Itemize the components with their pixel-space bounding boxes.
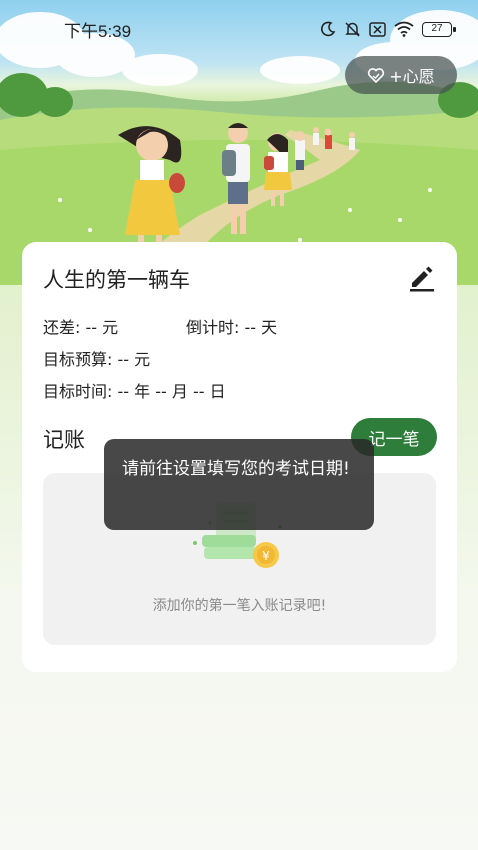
wifi-icon — [394, 21, 414, 37]
status-icons: 27 — [320, 21, 456, 38]
svg-text:¥: ¥ — [262, 549, 270, 563]
add-wish-label: +心愿 — [389, 67, 435, 86]
bell-muted-icon — [345, 21, 360, 37]
countdown-row: 倒计时: -- 天 — [186, 314, 277, 338]
budget-row: 目标预算: -- 元 — [43, 346, 150, 370]
add-wish-button[interactable]: +心愿 — [345, 56, 457, 94]
status-time: 下午5:39 — [64, 21, 132, 41]
ledger-title: 记账 — [43, 428, 85, 452]
goal-title: 人生的第一辆车 — [43, 268, 190, 292]
budget-label: 目标预算: — [43, 350, 113, 369]
budget-value: -- 元 — [117, 350, 151, 369]
heart-icon — [368, 67, 385, 83]
remaining-row: 还差: -- 元 — [43, 314, 118, 338]
remaining-value: -- 元 — [85, 318, 119, 337]
sim-off-icon — [369, 21, 386, 37]
edit-icon[interactable] — [407, 262, 437, 292]
moon-icon — [321, 21, 336, 37]
empty-ledger-text: 添加你的第一笔入账记录吧! — [152, 598, 327, 614]
countdown-value: -- 天 — [244, 318, 278, 337]
target-date-label: 目标时间: — [43, 382, 113, 401]
target-date-value: -- 年 -- 月 -- 日 — [117, 382, 226, 401]
target-date-row: 目标时间: -- 年 -- 月 -- 日 — [43, 378, 226, 402]
remaining-label: 还差: — [43, 318, 81, 337]
countdown-label: 倒计时: — [186, 318, 240, 337]
status-bar: 下午5:39 27 — [0, 0, 478, 58]
battery-icon: 27 — [422, 21, 456, 37]
toast-message: 请前往设置填写您的考试日期! — [104, 439, 374, 530]
